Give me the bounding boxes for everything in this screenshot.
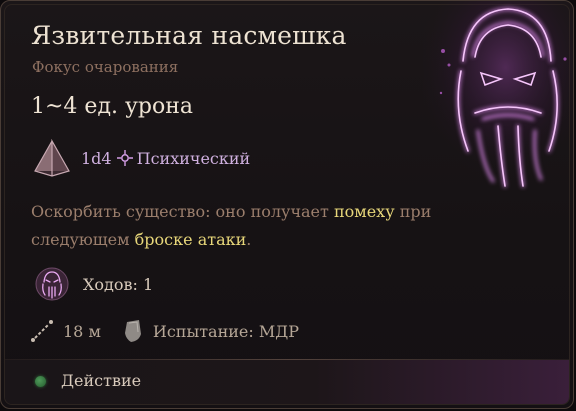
d4-dice-icon xyxy=(34,139,70,177)
vicious-mockery-mini-icon xyxy=(35,267,69,301)
saving-throw-icon xyxy=(124,320,141,342)
action-cost-text: Действие xyxy=(61,371,142,390)
duration-text: Ходов: 1 xyxy=(83,274,154,294)
range-text: 18 м xyxy=(63,321,101,341)
dice-value: 1d4 xyxy=(81,148,112,168)
spell-tooltip: Язвительная насмешка Фокус очарования 1~… xyxy=(0,0,574,409)
psychic-icon xyxy=(116,150,133,166)
spell-title: Язвительная насмешка xyxy=(31,21,347,50)
action-dot-icon xyxy=(35,376,46,387)
damage-range: 1~4 ед. урона xyxy=(31,94,194,119)
range-save-row: 18 м Испытание: МДР xyxy=(29,318,299,344)
spell-description: Оскорбить существо: оно получает помеху … xyxy=(31,198,501,254)
desc-text: Оскорбить существо: оно получает xyxy=(31,202,334,221)
damage-dice-row: 1d4 Психический xyxy=(31,139,250,177)
duration-row: Ходов: 1 xyxy=(35,267,153,301)
keyword-disadvantage[interactable]: помеху xyxy=(334,202,395,221)
keyword-attack-roll[interactable]: броске атаки xyxy=(135,230,247,249)
damage-type: Психический xyxy=(136,148,251,168)
desc-text: . xyxy=(246,230,252,249)
spell-school: Фокус очарования xyxy=(32,58,179,76)
saving-throw-text: Испытание: МДР xyxy=(152,321,300,341)
action-cost-bar: Действие xyxy=(5,360,569,404)
range-icon xyxy=(31,320,53,342)
vicious-mockery-face-icon xyxy=(423,1,573,191)
